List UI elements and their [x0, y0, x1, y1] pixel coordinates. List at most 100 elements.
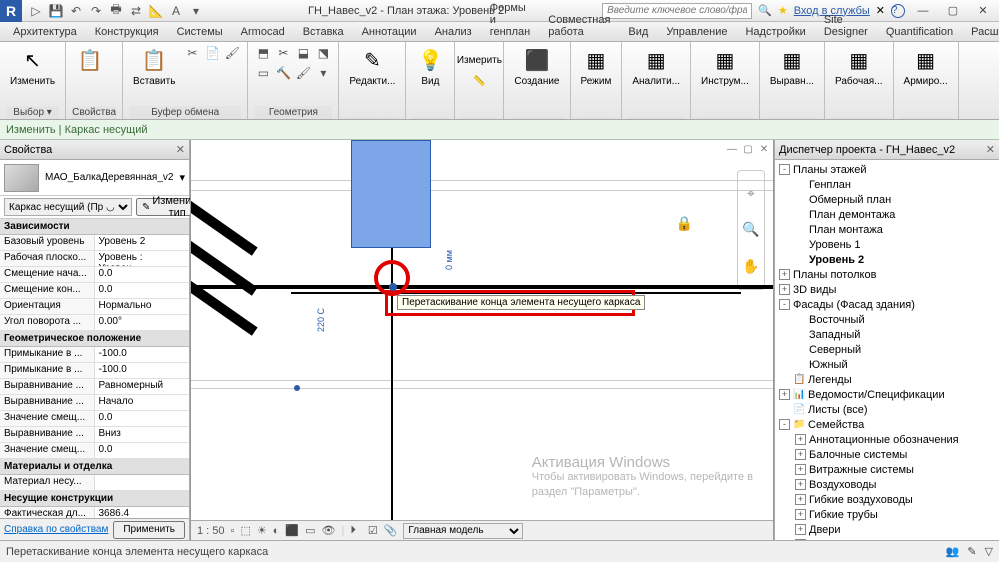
- tab-0[interactable]: Архитектура: [4, 22, 86, 41]
- prop-category[interactable]: Зависимости: [0, 219, 189, 235]
- tab-5[interactable]: Аннотации: [353, 22, 426, 41]
- sun-icon[interactable]: ☀: [257, 524, 267, 537]
- tree-node[interactable]: +Аннотационные обозначения: [775, 432, 999, 447]
- qat-dropdown-icon[interactable]: ▾: [188, 3, 204, 19]
- join-icon[interactable]: ⬓: [294, 44, 312, 62]
- selected-element[interactable]: [351, 140, 431, 248]
- tree-node[interactable]: Западный: [775, 327, 999, 342]
- tree-node[interactable]: +Двери: [775, 522, 999, 537]
- prop-row[interactable]: Смещение нача...0.0: [0, 267, 189, 283]
- copy-icon[interactable]: 📄: [203, 44, 221, 62]
- expand-icon[interactable]: +: [795, 464, 806, 475]
- match-icon[interactable]: 🖌: [223, 44, 241, 62]
- sb-filter-icon[interactable]: ▽: [985, 545, 993, 558]
- qat-redo-icon[interactable]: ↷: [88, 3, 104, 19]
- type-dropdown-icon[interactable]: ▾: [179, 171, 185, 184]
- prop-category[interactable]: Материалы и отделка: [0, 459, 189, 475]
- app-logo[interactable]: R: [0, 0, 22, 22]
- prop-row[interactable]: Фактическая дл...3686.4: [0, 507, 189, 518]
- workplane-button[interactable]: ▦Рабочая...: [831, 44, 887, 89]
- prop-value[interactable]: 0.00°: [95, 315, 190, 330]
- crop-icon[interactable]: ▭: [305, 524, 315, 537]
- tree-node[interactable]: +Гибкие трубы: [775, 507, 999, 522]
- search-icon[interactable]: 🔍: [758, 4, 772, 17]
- prop-value[interactable]: -100.0: [95, 363, 190, 378]
- tab-6[interactable]: Анализ: [426, 22, 481, 41]
- expand-icon[interactable]: +: [795, 494, 806, 505]
- properties-button[interactable]: 📋: [72, 44, 108, 76]
- model-combo[interactable]: Главная модель: [403, 523, 523, 539]
- tree-node[interactable]: -Планы этажей: [775, 162, 999, 177]
- tree-node[interactable]: +Витражные системы: [775, 462, 999, 477]
- expand-icon[interactable]: -: [779, 419, 790, 430]
- analytical-button[interactable]: ▦Аналити...: [628, 44, 684, 89]
- qat-undo-icon[interactable]: ↶: [68, 3, 84, 19]
- tab-1[interactable]: Конструкция: [86, 22, 168, 41]
- close-button[interactable]: ✕: [971, 2, 995, 20]
- expand-icon[interactable]: +: [779, 269, 790, 280]
- tree-node[interactable]: Северный: [775, 342, 999, 357]
- tab-10[interactable]: Управление: [657, 22, 736, 41]
- prop-value[interactable]: 0.0: [95, 411, 190, 426]
- tab-12[interactable]: Site Designer: [815, 10, 877, 41]
- shadow-icon[interactable]: ◐: [273, 525, 280, 537]
- pan-icon[interactable]: ✋: [742, 258, 759, 275]
- drawing-canvas[interactable]: — ▢ ✕ ⌖ 🔍 ✋ 🔒 Перетаскивание конца элеме…: [190, 140, 774, 540]
- render-icon[interactable]: ⬛: [285, 524, 299, 537]
- prop-row[interactable]: ОриентацияНормально: [0, 299, 189, 315]
- qat-sync-icon[interactable]: ⇄: [128, 3, 144, 19]
- tab-13[interactable]: Quantification: [877, 22, 962, 41]
- view-max-icon[interactable]: ▢: [741, 142, 755, 156]
- measure-button[interactable]: Измерить📏: [461, 44, 497, 89]
- prop-value[interactable]: Нормально: [95, 299, 190, 314]
- align-button[interactable]: ▦Выравн...: [766, 44, 818, 89]
- paste-button[interactable]: 📋Вставить: [129, 44, 179, 89]
- prop-category[interactable]: Геометрическое положение: [0, 331, 189, 347]
- star-icon[interactable]: ★: [778, 4, 788, 17]
- cut-icon[interactable]: ✂: [183, 44, 201, 62]
- prop-category[interactable]: Несущие конструкции: [0, 491, 189, 507]
- tree-node[interactable]: +Планы потолков: [775, 267, 999, 282]
- tree-node[interactable]: Обмерный план: [775, 192, 999, 207]
- prop-value[interactable]: 0.0: [95, 283, 190, 298]
- tree-node[interactable]: Южный: [775, 357, 999, 372]
- tree-node[interactable]: План монтажа: [775, 222, 999, 237]
- qat-save-icon[interactable]: 💾: [48, 3, 64, 19]
- expand-icon[interactable]: +: [779, 284, 790, 295]
- modify-button[interactable]: ↖Изменить: [6, 44, 59, 89]
- type-preview[interactable]: МАО_БалкаДеревянная_v2 ▾: [0, 160, 189, 196]
- prop-value[interactable]: Уровень : Уровен...: [95, 251, 190, 266]
- tree-node[interactable]: 📋Легенды: [775, 372, 999, 387]
- visual-style-icon[interactable]: ⬚: [240, 524, 250, 537]
- prop-row[interactable]: Выравнивание ...Вниз: [0, 427, 189, 443]
- prop-row[interactable]: Значение смещ...0.0: [0, 443, 189, 459]
- nav-bar[interactable]: ⌖ 🔍 ✋: [737, 170, 765, 290]
- expand-icon[interactable]: -: [779, 164, 790, 175]
- expand-icon[interactable]: +: [795, 449, 806, 460]
- minimize-button[interactable]: —: [911, 2, 935, 20]
- scale-label[interactable]: 1 : 50: [197, 525, 225, 537]
- prop-row[interactable]: Смещение кон...0.0: [0, 283, 189, 299]
- tab-9[interactable]: Вид: [619, 22, 657, 41]
- vb-more-icon[interactable]: ⏵: [350, 524, 356, 537]
- browser-close-icon[interactable]: ✕: [986, 143, 995, 156]
- apply-button[interactable]: Применить: [113, 521, 185, 539]
- cope-icon[interactable]: ⬒: [254, 44, 272, 62]
- expand-icon[interactable]: +: [795, 509, 806, 520]
- geom-more-icon[interactable]: ▾: [314, 64, 332, 82]
- tree-node[interactable]: +Балочные системы: [775, 447, 999, 462]
- qat-letter-icon[interactable]: A: [168, 3, 184, 19]
- tree-node[interactable]: -Фасады (Фасад здания): [775, 297, 999, 312]
- prop-value[interactable]: -100.0: [95, 347, 190, 362]
- tab-3[interactable]: Armocad: [232, 22, 294, 41]
- sb-editable-icon[interactable]: ✎: [967, 545, 976, 558]
- tree-node[interactable]: Генплан: [775, 177, 999, 192]
- drag-handle[interactable]: [389, 283, 397, 291]
- prop-value[interactable]: 3686.4: [95, 507, 190, 518]
- tree-node[interactable]: -📁Семейства: [775, 417, 999, 432]
- zoom-icon[interactable]: 🔍: [742, 221, 759, 238]
- tab-7[interactable]: Формы и генплан: [481, 0, 540, 41]
- lock-icon[interactable]: 🔒: [676, 215, 693, 232]
- create-button[interactable]: ⬛Создание: [510, 44, 563, 89]
- expand-icon[interactable]: +: [779, 389, 790, 400]
